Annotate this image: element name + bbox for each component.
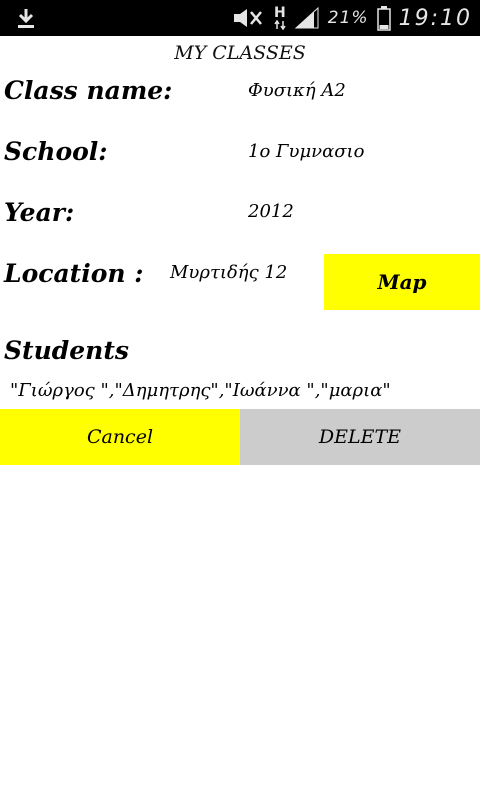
location-value: Μυρτιδής 12 — [170, 262, 288, 283]
delete-button-label: DELETE — [318, 426, 402, 448]
class-name-value: Φυσική Α2 — [248, 80, 346, 101]
cancel-button[interactable]: Cancel — [0, 409, 240, 465]
students-list: "Γιώργος ","Δημητρης","Ιωάννα ","μαρια" — [10, 380, 391, 401]
students-heading: Students — [4, 336, 129, 365]
status-icons: H 21% 19:10 — [232, 0, 472, 36]
hspa-data-icon: H — [274, 6, 286, 30]
delete-button[interactable]: DELETE — [240, 409, 480, 465]
status-bar: H 21% 19:10 — [0, 0, 480, 36]
clock: 19:10 — [398, 5, 472, 31]
year-value: 2012 — [248, 201, 294, 222]
cancel-button-label: Cancel — [86, 426, 154, 448]
data-arrows-icon — [274, 20, 286, 30]
signal-icon — [294, 6, 319, 29]
page-title: MY CLASSES — [174, 42, 306, 64]
class-name-label: Class name: — [4, 76, 173, 105]
battery-icon — [376, 6, 391, 31]
mute-icon — [233, 9, 262, 27]
network-type-label: H — [273, 5, 286, 21]
school-value: 1ο Γυμνασιο — [248, 141, 365, 162]
download-icon — [18, 9, 34, 28]
year-label: Year: — [4, 198, 75, 227]
location-label: Location : — [4, 259, 144, 288]
map-button[interactable]: Map — [324, 254, 480, 310]
map-button-label: Map — [377, 270, 427, 294]
battery-percent: 21% — [327, 8, 369, 28]
school-label: School: — [4, 137, 108, 166]
